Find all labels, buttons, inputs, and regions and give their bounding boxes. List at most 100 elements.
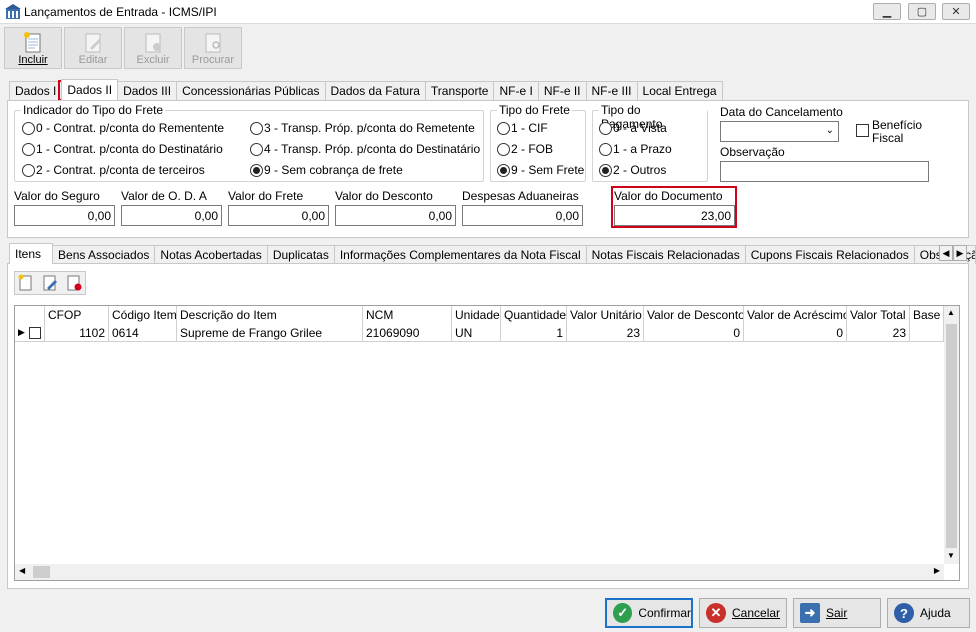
frete-option-9[interactable]: 9 - Sem cobrança de frete [250,163,403,177]
col-valor-acrescimo[interactable]: Valor de Acréscimo [744,306,847,324]
tab-cupons-fiscais[interactable]: Cupons Fiscais Relacionados [744,245,915,264]
tab-dados-fatura[interactable]: Dados da Fatura [324,81,426,100]
frete-option-4[interactable]: 4 - Transp. Próp. p/conta do Destinatári… [250,142,480,156]
tab-duplicatas[interactable]: Duplicatas [266,245,335,264]
edit-item-button[interactable] [40,273,60,293]
sair-button[interactable]: ➜ Sair [793,598,881,628]
fiscal-label: Fiscal [872,131,904,145]
excluir-button[interactable]: Excluir [124,27,182,69]
tab-informacoes-complementares[interactable]: Informações Complementares da Nota Fisca… [333,245,587,264]
tab-nfe-ii[interactable]: NF-e II [537,81,587,100]
cell-base [910,324,944,342]
tab-nfe-i[interactable]: NF-e I [493,81,539,100]
tab-notas-acobertadas[interactable]: Notas Acobertadas [154,245,268,264]
beneficio-fiscal-checkbox[interactable] [856,124,869,137]
search-document-icon [205,33,221,53]
tab-notas-fiscais-relacionadas[interactable]: Notas Fiscais Relacionadas [585,245,746,264]
desconto-input[interactable]: 0,00 [335,205,456,226]
col-ncm[interactable]: NCM [363,306,452,324]
seguro-input[interactable]: 0,00 [14,205,115,226]
cell-valor-desconto: 0 [644,324,744,342]
minimize-icon: ▁ [882,6,892,18]
tab-dados-i[interactable]: Dados I [9,81,63,100]
col-cfop[interactable]: CFOP [45,306,109,324]
row-pointer-icon: ▶ [18,327,25,337]
frete-option-1[interactable]: 1 - Contrat. p/conta do Destinatário [22,142,223,156]
maximize-button[interactable]: ▢ [908,3,936,20]
desconto-label: Valor do Desconto [335,189,433,203]
help-icon: ? [894,603,914,623]
editar-button[interactable]: Editar [64,27,122,69]
frete-option-2[interactable]: 2 - Contrat. p/conta de terceiros [22,163,205,177]
tipo-frete-sem[interactable]: 9 - Sem Frete [497,163,584,177]
tipo-frete-fob[interactable]: 2 - FOB [497,142,553,156]
window-title: Lançamentos de Entrada - ICMS/IPI [24,5,217,19]
cancelamento-select[interactable]: ⌄ [720,121,839,142]
pagamento-outros[interactable]: 2 - Outros [599,163,666,177]
cancelar-button[interactable]: ✕ Cancelar [699,598,787,628]
close-icon: ✕ [951,6,961,18]
cell-descricao: Supreme de Frango Grilee [177,324,363,342]
tab-nfe-iii[interactable]: NF-e III [585,81,638,100]
col-valor-total[interactable]: Valor Total [847,306,910,324]
row-checkbox[interactable] [28,326,41,339]
col-descricao[interactable]: Descrição do Item [177,306,363,324]
tab-scroll-right-button[interactable]: ▶ [953,245,967,261]
tab-local-entrega[interactable]: Local Entrega [636,81,723,100]
col-codigo-item[interactable]: Código Item [109,306,177,324]
oda-input[interactable]: 0,00 [121,205,222,226]
delete-document-icon [145,33,161,53]
minimize-button[interactable]: ▁ [873,3,901,20]
frete-option-0[interactable]: 0 - Contrat. p/conta do Rementente [22,121,224,135]
vertical-scroll-thumb[interactable] [946,324,957,548]
tab-bens-associados[interactable]: Bens Associados [52,245,156,264]
grid-header: CFOP Código Item Descrição do Item NCM U… [15,306,944,324]
vertical-scrollbar[interactable]: ▲ ▼ [944,306,959,564]
col-unidade[interactable]: Unidade [452,306,501,324]
pagamento-prazo[interactable]: 1 - a Prazo [599,142,672,156]
table-row[interactable]: ▶ 1102 0614 Supreme de Frango Grilee 210… [15,324,944,342]
col-valor-unitario[interactable]: Valor Unitário [567,306,644,324]
pagamento-vista[interactable]: 0 - à Vista [599,121,667,135]
tab-concessionarias[interactable]: Concessionárias Públicas [176,81,326,100]
col-valor-desconto[interactable]: Valor de Desconto [644,306,744,324]
add-item-button[interactable] [16,273,36,293]
frete-label: Valor do Frete [228,189,304,203]
edit-document-icon [85,33,101,53]
cell-codigo: 0614 [109,324,177,342]
arrow-right-icon: ▶ [956,248,964,258]
horizontal-scrollbar[interactable]: ◀ ▶ [15,564,944,580]
procurar-button[interactable]: Procurar [184,27,242,69]
observacao-input[interactable] [720,161,929,182]
ajuda-button[interactable]: ? Ajuda [887,598,970,628]
add-item-icon [18,274,32,291]
edit-item-icon [43,275,57,291]
col-quantidade[interactable]: Quantidade [501,306,567,324]
tab-scroll-left-button[interactable]: ◀ [939,245,953,261]
cell-ncm: 21069090 [363,324,452,342]
exit-icon: ➜ [800,603,820,623]
horizontal-scroll-thumb[interactable] [33,566,50,578]
main-tabs: Dados I Dados II Dados III Concessionári… [9,79,723,101]
close-button[interactable]: ✕ [942,3,970,20]
scroll-right-icon: ▶ [933,566,940,575]
incluir-button[interactable]: Incluir [4,27,62,69]
tab-transporte[interactable]: Transporte [424,81,495,100]
scroll-down-icon: ▼ [947,551,955,560]
frete-input[interactable]: 0,00 [228,205,329,226]
cell-cfop: 1102 [45,324,109,342]
aduaneiras-label: Despesas Aduaneiras [462,189,579,203]
tab-itens[interactable]: Itens [9,243,54,264]
frete-option-3[interactable]: 3 - Transp. Próp. p/conta do Remetente [250,121,475,135]
aduaneiras-input[interactable]: 0,00 [462,205,583,226]
col-base[interactable]: Base d [910,306,944,324]
scroll-up-icon: ▲ [947,308,955,317]
tab-dados-iii[interactable]: Dados III [117,81,178,100]
oda-label: Valor de O. D. A [121,189,207,203]
tab-dados-ii[interactable]: Dados II [61,79,119,100]
delete-item-button[interactable] [64,273,84,293]
scroll-left-icon: ◀ [19,566,26,575]
tipo-frete-cif[interactable]: 1 - CIF [497,121,548,135]
cell-valor-total: 23 [847,324,910,342]
confirmar-button[interactable]: ✓ Confirmar [605,598,693,628]
